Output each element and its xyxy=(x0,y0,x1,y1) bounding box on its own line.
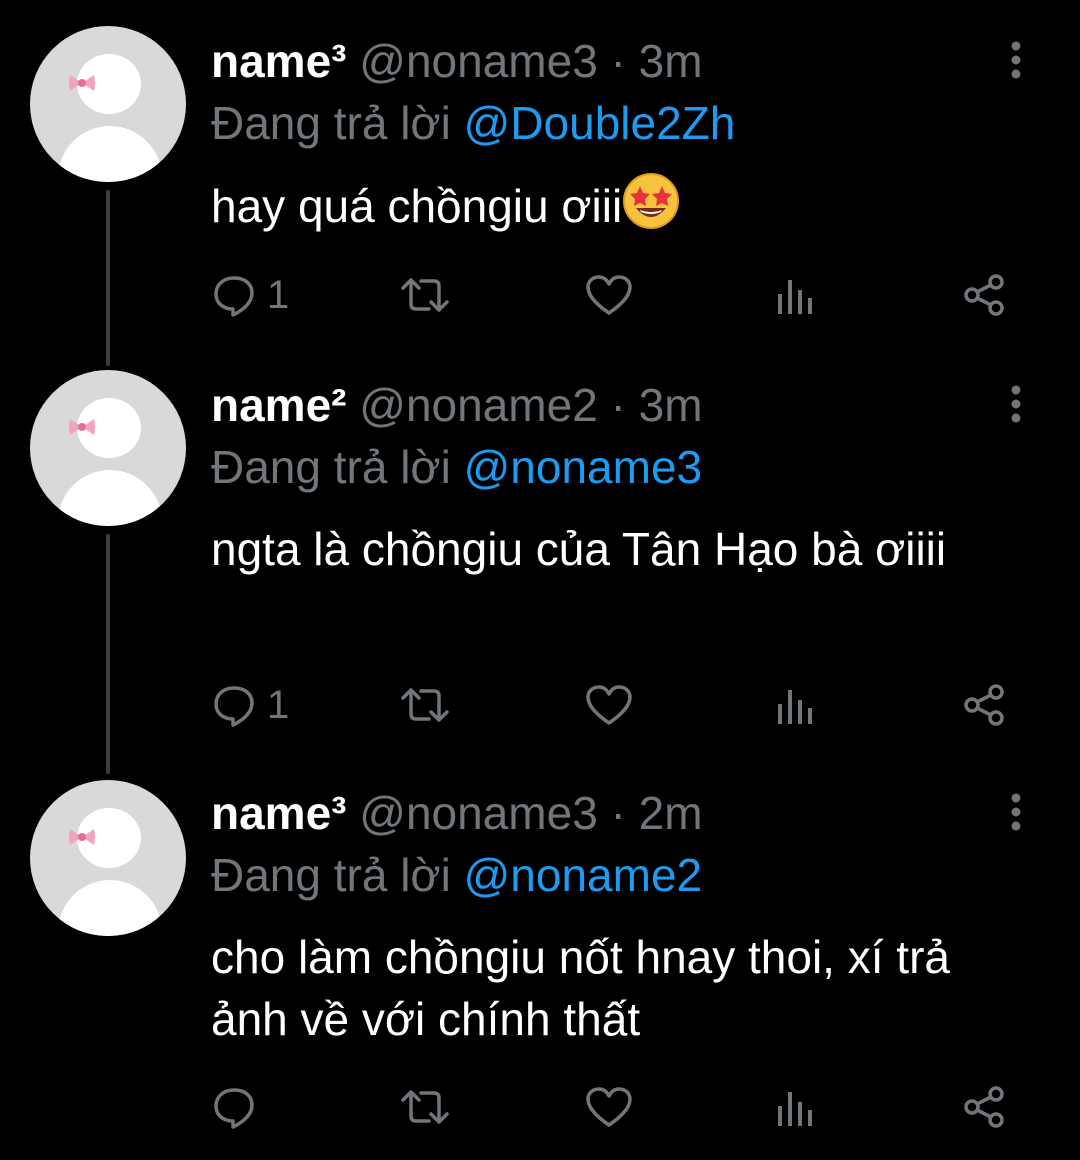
separator: · xyxy=(597,35,639,87)
retweet-button[interactable] xyxy=(399,680,451,730)
tweet[interactable]: name² @noname2 · 3m Đang trả lời @noname… xyxy=(0,350,1080,770)
tweet-text: cho làm chồngiu nốt hnay thoi, xí trả ản… xyxy=(211,931,950,1045)
analytics-icon xyxy=(778,1092,812,1126)
tweet-text: hay quá chồngiu ơiii xyxy=(211,180,623,232)
timestamp[interactable]: 2m xyxy=(639,787,703,839)
star-struck-emoji xyxy=(623,173,680,229)
heart-icon xyxy=(586,685,632,725)
share-icon xyxy=(964,274,1004,316)
bow-icon xyxy=(69,419,95,435)
views-button[interactable] xyxy=(776,1082,816,1132)
share-button[interactable] xyxy=(961,270,1007,320)
reply-icon xyxy=(214,276,254,317)
user-handle[interactable]: @noname2 xyxy=(359,379,598,431)
timestamp[interactable]: 3m xyxy=(639,379,703,431)
reply-prefix: Đang trả lời xyxy=(211,441,464,493)
reply-mention[interactable]: @noname3 xyxy=(464,441,703,493)
reply-mention[interactable]: @noname2 xyxy=(464,849,703,901)
bow-icon xyxy=(69,829,95,845)
display-name[interactable]: name³ xyxy=(211,787,346,839)
tweet[interactable]: name³ @noname3 · 2m Đang trả lời @noname… xyxy=(0,770,1080,1160)
share-button[interactable] xyxy=(961,680,1007,730)
tweet-text: ngta là chồngiu của Tân Hạo bà ơiiii xyxy=(211,523,947,575)
analytics-icon xyxy=(778,280,812,314)
reply-icon xyxy=(214,686,254,727)
share-icon xyxy=(964,684,1004,726)
share-button[interactable] xyxy=(961,1082,1007,1132)
retweet-button[interactable] xyxy=(399,1082,451,1132)
heart-icon xyxy=(586,1087,632,1127)
reply-button[interactable] xyxy=(211,1082,267,1132)
heart-icon xyxy=(586,275,632,315)
like-button[interactable] xyxy=(584,270,634,320)
retweet-button[interactable] xyxy=(399,270,451,320)
tweet[interactable]: name³ @noname3 · 3m Đang trả lời @Double… xyxy=(0,0,1080,350)
separator: · xyxy=(597,379,639,431)
like-button[interactable] xyxy=(584,680,634,730)
views-button[interactable] xyxy=(776,680,816,730)
reply-prefix: Đang trả lời xyxy=(211,97,464,149)
more-options-icon[interactable] xyxy=(1004,792,1028,832)
display-name[interactable]: name² xyxy=(211,379,346,431)
avatar[interactable] xyxy=(30,370,186,526)
avatar[interactable] xyxy=(30,780,186,936)
reply-button[interactable]: 1 xyxy=(211,680,289,730)
timestamp[interactable]: 3m xyxy=(639,35,703,87)
share-icon xyxy=(964,1086,1004,1128)
retweet-icon xyxy=(401,688,449,722)
display-name[interactable]: name³ xyxy=(211,35,346,87)
bow-icon xyxy=(69,75,95,91)
reply-mention[interactable]: @Double2Zh xyxy=(464,97,736,149)
views-button[interactable] xyxy=(776,270,816,320)
reply-count: 1 xyxy=(267,682,290,727)
avatar[interactable] xyxy=(30,26,186,182)
tweet-text-container: hay quá chồngiu ơiii xyxy=(211,172,1031,237)
retweet-icon xyxy=(401,278,449,312)
reply-count: 1 xyxy=(267,272,290,317)
user-handle[interactable]: @noname3 xyxy=(359,35,598,87)
analytics-icon xyxy=(778,690,812,724)
more-options-icon[interactable] xyxy=(1004,40,1028,80)
reply-prefix: Đang trả lời xyxy=(211,849,464,901)
reply-icon xyxy=(214,1088,254,1129)
retweet-icon xyxy=(401,1090,449,1124)
user-handle[interactable]: @noname3 xyxy=(359,787,598,839)
reply-button[interactable]: 1 xyxy=(211,270,289,320)
like-button[interactable] xyxy=(584,1082,634,1132)
more-options-icon[interactable] xyxy=(1004,384,1028,424)
separator: · xyxy=(597,787,639,839)
